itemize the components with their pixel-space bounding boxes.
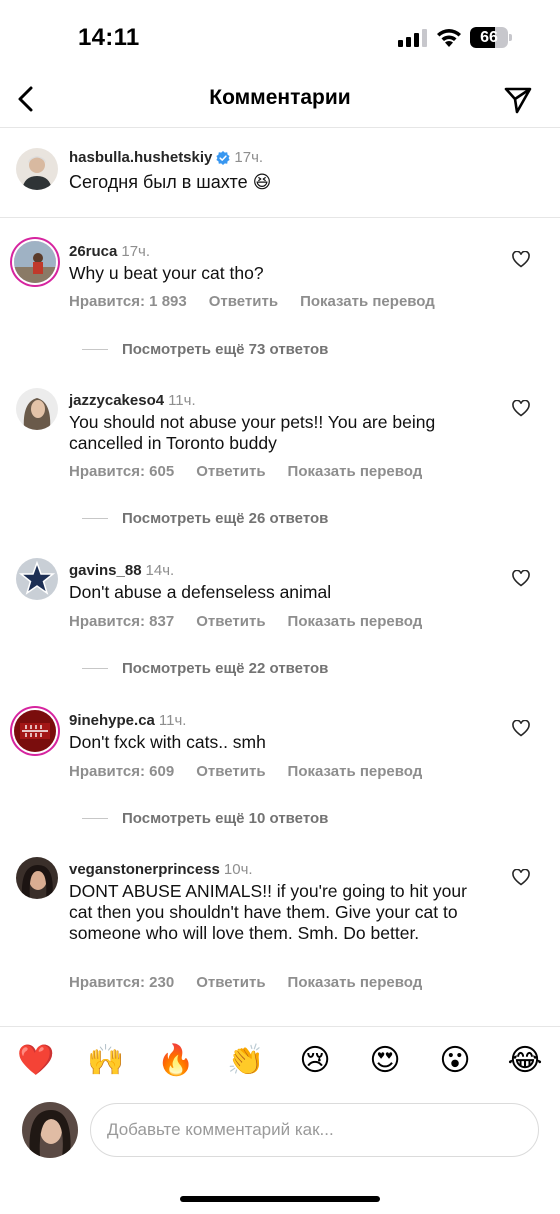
likes-count[interactable]: Нравится: 609 bbox=[69, 763, 174, 780]
heart-outline-icon[interactable] bbox=[512, 570, 530, 587]
battery-percent: 66 bbox=[480, 29, 498, 46]
reply-button[interactable]: Ответить bbox=[196, 974, 265, 991]
reaction-fire[interactable]: 🔥 bbox=[157, 1043, 194, 1079]
header: Комментарии bbox=[0, 76, 560, 128]
comment-item: gavins_88 14ч. Don't abuse a defenseless… bbox=[0, 558, 560, 678]
comment-item: jazzycakeso4 11ч. You should not abuse y… bbox=[0, 388, 560, 528]
reaction-heart-eyes[interactable]: 😍 bbox=[367, 1043, 403, 1079]
post-caption: hasbulla.hushetskiy 17ч. Сегодня был в ш… bbox=[0, 129, 560, 218]
caption-time: 17ч. bbox=[234, 149, 264, 166]
reaction-raised-hands[interactable]: 🙌 bbox=[87, 1043, 124, 1079]
likes-count[interactable]: Нравится: 837 bbox=[69, 613, 174, 630]
avatar bbox=[22, 1102, 78, 1158]
avatar[interactable] bbox=[14, 241, 56, 283]
view-replies-button[interactable]: Посмотреть ещё 26 ответов bbox=[82, 510, 328, 527]
send-icon[interactable] bbox=[502, 84, 534, 116]
view-replies-label: Посмотреть ещё 10 ответов bbox=[122, 810, 329, 827]
translate-button[interactable]: Показать перевод bbox=[300, 293, 435, 310]
translate-button[interactable]: Показать перевод bbox=[288, 613, 423, 630]
reaction-heart[interactable]: ❤️ bbox=[17, 1043, 54, 1079]
view-replies-button[interactable]: Посмотреть ещё 22 ответов bbox=[82, 660, 328, 677]
home-indicator bbox=[180, 1196, 380, 1202]
comment-username[interactable]: 26ruca bbox=[69, 243, 117, 260]
comment-text: Don't abuse a defenseless animal bbox=[69, 582, 332, 602]
comment-time: 17ч. bbox=[121, 243, 151, 260]
signal-icon bbox=[398, 29, 427, 47]
heart-outline-icon[interactable] bbox=[512, 400, 530, 417]
view-replies-button[interactable]: Посмотреть ещё 73 ответов bbox=[82, 341, 328, 358]
wifi-icon bbox=[437, 29, 461, 47]
comment-text: You should not abuse your pets!! You are… bbox=[69, 412, 436, 453]
avatar[interactable] bbox=[16, 558, 58, 600]
caption-text: Сегодня был в шахте 😆 bbox=[69, 172, 272, 192]
comment-username[interactable]: 9inehype.ca bbox=[69, 712, 155, 729]
view-replies-button[interactable]: Посмотреть ещё 10 ответов bbox=[82, 810, 328, 827]
page-title: Комментарии bbox=[209, 86, 351, 109]
reply-button[interactable]: Ответить bbox=[196, 613, 265, 630]
comment-text: Don't fxck with cats.. smh bbox=[69, 732, 266, 752]
caption-username[interactable]: hasbulla.hushetskiy bbox=[69, 149, 212, 166]
heart-outline-icon[interactable] bbox=[512, 869, 530, 886]
comment-time: 11ч. bbox=[168, 392, 196, 409]
likes-count[interactable]: Нравится: 230 bbox=[69, 974, 174, 991]
comment-time: 10ч. bbox=[223, 861, 253, 878]
reply-button[interactable]: Ответить bbox=[196, 463, 265, 480]
heart-outline-icon[interactable] bbox=[512, 720, 530, 737]
view-replies-label: Посмотреть ещё 26 ответов bbox=[122, 510, 329, 527]
translate-button[interactable]: Показать перевод bbox=[288, 974, 423, 991]
avatar[interactable] bbox=[16, 148, 58, 190]
battery-icon: 66 bbox=[470, 27, 512, 48]
heart-outline-icon[interactable] bbox=[512, 251, 530, 268]
reaction-clap[interactable]: 👏 bbox=[227, 1043, 264, 1079]
verified-badge-icon bbox=[216, 150, 230, 165]
comment-username[interactable]: veganstonerprincess bbox=[69, 861, 220, 878]
translate-button[interactable]: Показать перевод bbox=[288, 463, 423, 480]
translate-button[interactable]: Показать перевод bbox=[288, 763, 423, 780]
comment-time: 11ч. bbox=[158, 712, 187, 729]
comment-username[interactable]: gavins_88 bbox=[69, 562, 142, 579]
avatar[interactable] bbox=[16, 857, 58, 899]
comment-text: Why u beat your cat tho? bbox=[69, 263, 264, 283]
status-time: 14:11 bbox=[78, 24, 140, 51]
comment-text: DONT ABUSE ANIMALS!! if you're going to … bbox=[69, 881, 467, 943]
comment-composer bbox=[0, 1100, 560, 1180]
view-replies-label: Посмотреть ещё 22 ответов bbox=[122, 660, 329, 677]
comment-item: veganstonerprincess 10ч. DONT ABUSE ANIM… bbox=[0, 857, 560, 1017]
comment-item: 9inehype.ca 11ч. Don't fxck with cats.. … bbox=[0, 708, 560, 828]
comment-time: 14ч. bbox=[145, 562, 175, 579]
avatar[interactable] bbox=[16, 388, 58, 430]
reply-button[interactable]: Ответить bbox=[209, 293, 278, 310]
avatar[interactable] bbox=[14, 710, 56, 752]
reaction-laughing[interactable]: 😂 bbox=[507, 1043, 543, 1079]
view-replies-label: Посмотреть ещё 73 ответов bbox=[122, 341, 329, 358]
status-bar: 14:11 66 bbox=[0, 0, 560, 76]
likes-count[interactable]: Нравится: 1 893 bbox=[69, 293, 187, 310]
reaction-crying[interactable]: 😢 bbox=[297, 1043, 333, 1079]
comment-username[interactable]: jazzycakeso4 bbox=[69, 392, 164, 409]
quick-reactions-bar: ❤️ 🙌 🔥 👏 😢 😍 😮 😂 bbox=[0, 1026, 560, 1100]
reaction-surprised[interactable]: 😮 bbox=[437, 1043, 473, 1079]
comment-input[interactable] bbox=[90, 1103, 539, 1157]
comment-item: 26ruca 17ч. Why u beat your cat tho? Нра… bbox=[0, 239, 560, 359]
likes-count[interactable]: Нравится: 605 bbox=[69, 463, 174, 480]
reply-button[interactable]: Ответить bbox=[196, 763, 265, 780]
